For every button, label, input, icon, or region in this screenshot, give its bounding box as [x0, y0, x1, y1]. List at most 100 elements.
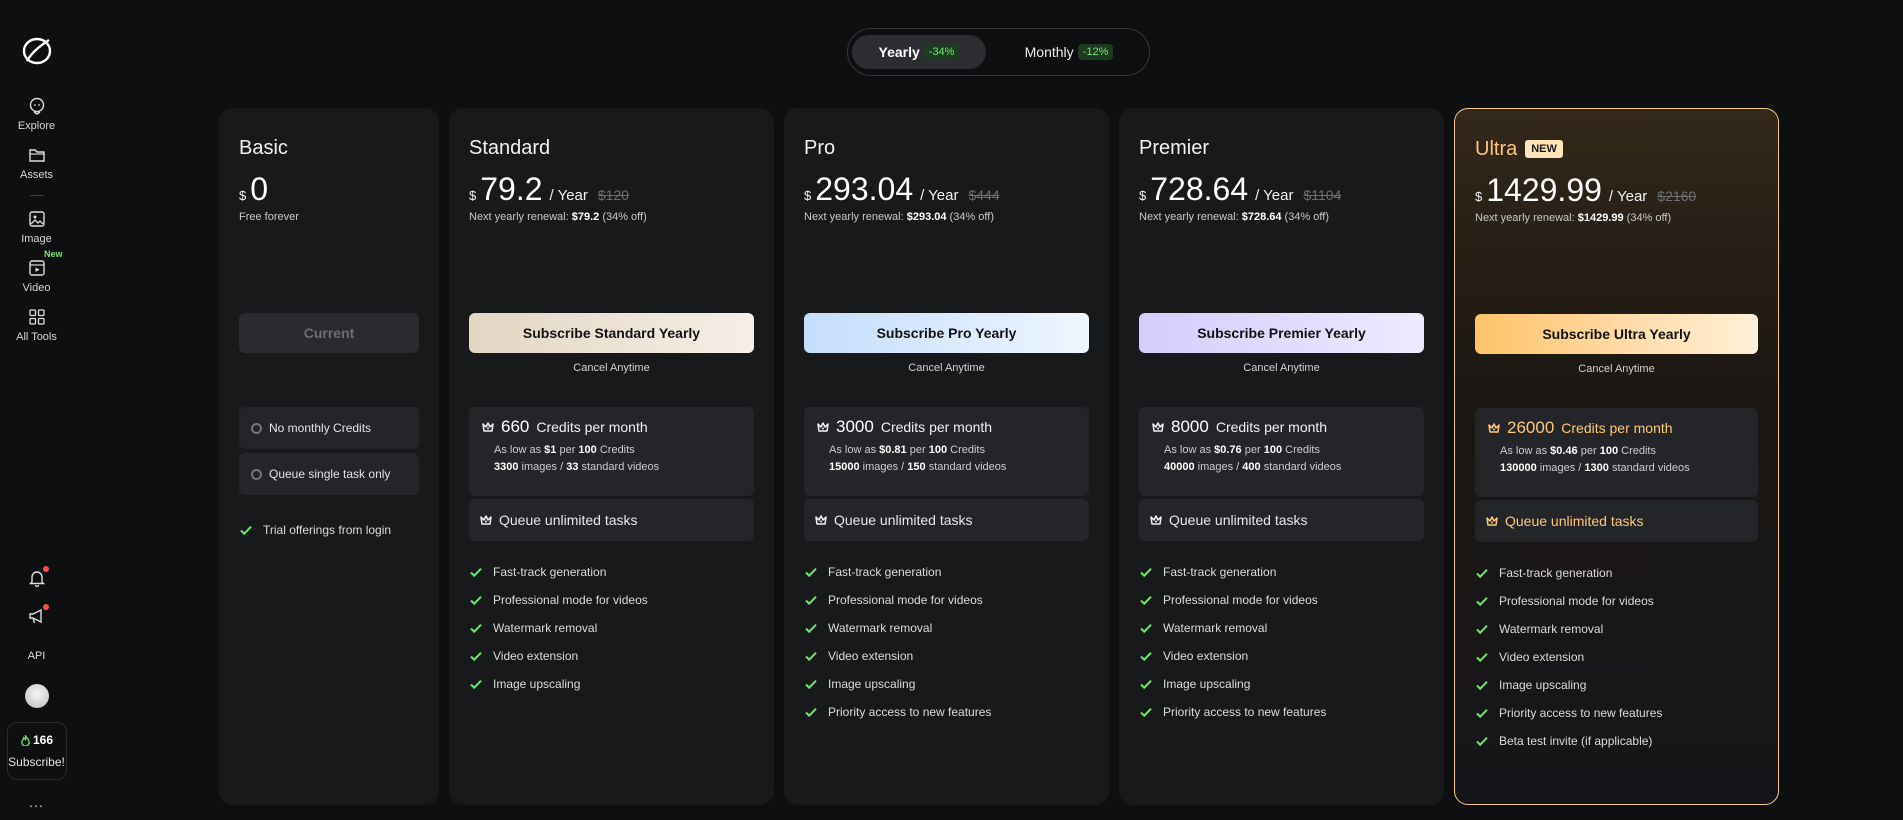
list-item-text: Video extension: [828, 649, 914, 663]
sidebar-item-assets[interactable]: Assets: [0, 146, 73, 181]
renewal-discount: (34% off): [1284, 211, 1329, 223]
avatar[interactable]: [24, 684, 49, 708]
crown-icon: [482, 422, 494, 432]
rate-prefix: As low as: [1500, 445, 1548, 457]
more-menu[interactable]: ...: [29, 794, 44, 810]
cancel-anytime: Cancel Anytime: [1578, 363, 1655, 375]
crown-icon: [817, 422, 829, 432]
list-item: Fast-track generation: [1475, 559, 1758, 587]
radio-icon: [251, 422, 262, 434]
sidebar-item-image[interactable]: Image: [0, 210, 73, 245]
list-item-text: Professional mode for videos: [828, 593, 983, 607]
explore-icon: [29, 97, 44, 115]
renewal-label: Next yearly renewal:: [804, 211, 904, 223]
queue-box: Queue unlimited tasks: [1475, 500, 1758, 542]
videos-label: standard videos: [928, 461, 1007, 473]
images-label: images /: [1197, 461, 1240, 473]
list-item: Fast-track generation: [804, 558, 1089, 586]
price-period: / Year: [1608, 188, 1648, 205]
plan-card-standard: Standard $ 79.2 / Year $120 Next yearly …: [449, 108, 774, 805]
list-item: Professional mode for videos: [469, 586, 754, 614]
sidebar-item-explore[interactable]: Explore: [0, 97, 73, 132]
list-item: Fast-track generation: [469, 558, 754, 586]
plan-card-ultra: Ultra NEW $ 1429.99 / Year $2160 Next ye…: [1454, 108, 1779, 805]
list-item: Trial offerings from login: [239, 516, 419, 544]
feature-list: Fast-track generation Professional mode f…: [1139, 558, 1424, 726]
list-item-text: Video extension: [1163, 649, 1249, 663]
sidebar-item-label: Image: [21, 233, 52, 245]
list-item: Video extension: [469, 642, 754, 670]
credit-rate: As low as $0.76 per 100 Credits: [1164, 444, 1412, 456]
sidebar-item-video[interactable]: New Video: [0, 249, 73, 294]
check-icon: [1476, 653, 1488, 663]
subscribe-button[interactable]: 166 Subscribe!: [6, 722, 67, 780]
currency: $: [469, 188, 477, 203]
logo-icon[interactable]: [20, 34, 54, 68]
subscribe-pro-button[interactable]: Subscribe Pro Yearly: [804, 313, 1089, 353]
list-item: Watermark removal: [1139, 614, 1424, 642]
queue-text: Queue unlimited tasks: [1169, 512, 1308, 528]
list-item-text: Video extension: [493, 649, 579, 663]
cancel-anytime: Cancel Anytime: [1243, 362, 1320, 374]
rate-price: $1: [544, 444, 557, 456]
images-count: 15000: [829, 461, 860, 473]
list-item-text: Fast-track generation: [828, 565, 942, 579]
plan-card-pro: Pro $ 293.04 / Year $444 Next yearly ren…: [784, 108, 1109, 805]
notification-button[interactable]: [27, 566, 49, 588]
price: 1429.99: [1486, 172, 1602, 208]
list-item: Image upscaling: [469, 670, 754, 698]
plan-name: Ultra NEW: [1475, 136, 1758, 162]
rate-unit: Credits: [599, 444, 635, 456]
folder-icon: [28, 149, 45, 162]
plan-name-text: Premier: [1139, 136, 1210, 159]
check-icon: [805, 708, 817, 718]
sidebar-item-all-tools[interactable]: All Tools: [0, 308, 73, 343]
check-icon: [805, 568, 817, 578]
original-price: $444: [968, 187, 1000, 203]
subscribe-ultra-button[interactable]: Subscribe Ultra Yearly: [1475, 314, 1758, 354]
toggle-yearly-label: Yearly: [878, 44, 920, 60]
rate-prefix: As low as: [829, 444, 877, 456]
current-plan-button[interactable]: Current: [239, 313, 419, 353]
credits-box: 8000 Credits per month As low as $0.76 p…: [1139, 407, 1424, 496]
plan-name: Pro: [804, 135, 1089, 161]
videos-label: standard videos: [1263, 461, 1342, 473]
toggle-monthly[interactable]: Monthly -12%: [994, 35, 1144, 69]
api-link[interactable]: API: [28, 650, 46, 662]
rate-price: $0.46: [1550, 445, 1578, 457]
credit-count: 166: [20, 733, 53, 747]
subscribe-standard-button[interactable]: Subscribe Standard Yearly: [469, 313, 754, 353]
renewal-note: Next yearly renewal: $728.64 (34% off): [1139, 211, 1424, 223]
list-item: Professional mode for videos: [1475, 587, 1758, 615]
images-label: images /: [862, 461, 905, 473]
check-icon: [1476, 737, 1488, 747]
list-item-text: Image upscaling: [828, 677, 916, 691]
price-period: / Year: [920, 187, 959, 204]
renewal-discount: (34% off): [1626, 212, 1672, 224]
list-item-text: Image upscaling: [1499, 678, 1587, 692]
price-row: $ 293.04 / Year $444: [804, 171, 1089, 208]
list-item-text: Trial offerings from login: [263, 523, 392, 537]
credits-amount: 3000: [836, 417, 874, 436]
credits-header: 8000 Credits per month: [1151, 417, 1412, 437]
toggle-yearly[interactable]: Yearly -34%: [852, 35, 986, 69]
videos-count: 33: [566, 461, 579, 473]
sidebar-item-label: All Tools: [16, 331, 57, 343]
plan-name: Premier: [1139, 135, 1424, 161]
list-item-text: Watermark removal: [493, 621, 598, 635]
renewal-price: $79.2: [571, 211, 600, 223]
rate-count: 100: [578, 444, 597, 456]
credits-label: Credits per month: [1215, 419, 1328, 435]
images-label: images /: [1539, 462, 1582, 474]
flame-icon: [21, 734, 30, 746]
check-icon: [1140, 680, 1152, 690]
check-icon: [1140, 624, 1152, 634]
rate-prefix: As low as: [1164, 444, 1212, 456]
crown-icon: [1486, 516, 1498, 526]
cancel-anytime: Cancel Anytime: [573, 362, 650, 374]
rate-prefix: As low as: [494, 444, 542, 456]
renewal-note: Next yearly renewal: $79.2 (34% off): [469, 211, 754, 223]
discount-badge: -34%: [923, 44, 960, 60]
subscribe-premier-button[interactable]: Subscribe Premier Yearly: [1139, 313, 1424, 353]
announcement-button[interactable]: [27, 604, 49, 626]
